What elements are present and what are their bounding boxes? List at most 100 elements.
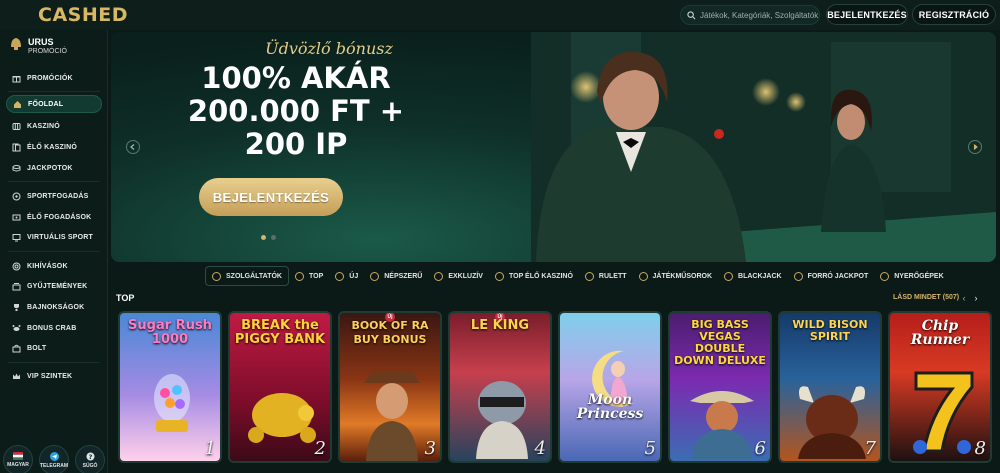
category-roulette[interactable]: RULETT — [579, 266, 633, 286]
sidebar-item-live-bets[interactable]: ÉLŐ FOGADÁSOK — [6, 208, 102, 226]
bonus-line-3: 200 IP — [244, 127, 348, 161]
game-card[interactable]: WILD BISON SPIRIT 7 — [778, 311, 882, 463]
live-icon — [12, 213, 21, 222]
category-label: TOP — [309, 272, 324, 280]
sidebar-item-casino[interactable]: KASZINÓ — [6, 117, 102, 135]
crown-icon — [12, 372, 21, 381]
divider — [8, 362, 100, 363]
sidebar-item-jackpots[interactable]: JACKPOTOK — [6, 159, 102, 177]
see-all-link[interactable]: LÁSD MINDET (507) — [893, 294, 959, 301]
sidebar-item-sports-betting[interactable]: SPORTFOGADÁS — [6, 187, 102, 205]
game-title: BOOK OF RA BUY BONUS — [351, 319, 429, 346]
sidebar-item-collections[interactable]: GYŰJTEMÉNYEK — [6, 277, 102, 295]
sidebar-item-bonus-crab[interactable]: BONUS CRAB — [6, 319, 102, 337]
sidebar-item-live-casino[interactable]: ÉLŐ KASZINÓ — [6, 138, 102, 156]
banner-pagination — [261, 235, 281, 240]
sidebar-item-tournaments[interactable]: BAJNOKSÁGOK — [6, 298, 102, 316]
game-rank: 1 — [204, 438, 216, 459]
banner-login-button[interactable]: BEJELENTKEZÉS — [199, 178, 343, 216]
chevron-left-icon — [130, 144, 135, 150]
category-label: BLACKJACK — [738, 272, 782, 280]
game-card[interactable]: BREAK the PIGGY BANK 2 — [228, 311, 332, 463]
category-blackjack[interactable]: BLACKJACK — [718, 266, 788, 286]
sidebar-item-label: KIHÍVÁSOK — [27, 262, 68, 270]
sidebar-item-label: PROMÓCIÓK — [27, 74, 73, 82]
game-rank: 5 — [644, 438, 656, 459]
sidebar-item-home[interactable]: FŐOLDAL — [6, 95, 102, 113]
site-logo[interactable]: CASHED — [38, 4, 128, 26]
sidebar-item-vip-levels[interactable]: VIP SZINTEK — [6, 367, 102, 385]
sidebar-item-label: JACKPOTOK — [27, 164, 73, 172]
game-card[interactable]: Új LE KING 4 — [448, 311, 552, 463]
login-button[interactable]: BEJELENTKEZÉS — [826, 4, 908, 25]
sidebar-item-label: VIP SZINTEK — [27, 372, 73, 380]
banner-prev-button[interactable] — [126, 140, 140, 154]
game-card[interactable]: BIG BASS VEGAS DOUBLE DOWN DELUXE 6 — [668, 311, 772, 463]
roulette-icon — [584, 271, 594, 281]
pagination-dot-active[interactable] — [261, 235, 266, 240]
bonus-headline: 100% AKÁR 200.000 FT + 200 IP — [146, 62, 446, 161]
trophy-icon — [12, 303, 21, 312]
game-card[interactable]: Új BOOK OF RA BUY BONUS 3 — [338, 311, 442, 463]
game-rank: 3 — [424, 438, 436, 459]
banner-next-button[interactable] — [968, 140, 982, 154]
sidebar-item-label: ÉLŐ FOGADÁSOK — [27, 213, 92, 221]
crab-icon — [12, 324, 21, 333]
sidebar-item-label: BOLT — [27, 344, 47, 352]
register-button[interactable]: REGISZTRÁCIÓ — [912, 4, 996, 25]
sidebar-item-label: KASZINÓ — [27, 122, 60, 130]
sidebar-item-shop[interactable]: BOLT — [6, 339, 102, 357]
category-label: NÉPSZERŰ — [384, 272, 423, 280]
piggy-bank-icon — [248, 393, 316, 443]
game-title: Moon Princess — [576, 392, 644, 422]
category-top-live-casino[interactable]: TOP ÉLŐ KASZINÓ — [489, 266, 579, 286]
category-popular[interactable]: NÉPSZERŰ — [364, 266, 428, 286]
flag-hu-icon — [13, 452, 23, 460]
help-icon: ? — [86, 452, 94, 460]
top-header: CASHED BEJELENTKEZÉS REGISZTRÁCIÓ — [0, 0, 1000, 30]
category-top[interactable]: TOP — [289, 266, 329, 286]
sidebar-footer: MAGYAR TELEGRAM ? SÚGÓ — [0, 445, 108, 473]
sidebar-item-label: FŐOLDAL — [28, 100, 64, 108]
category-providers[interactable]: SZOLGÁLTATÓK — [205, 266, 289, 286]
chevron-left-icon[interactable]: ‹ — [958, 292, 970, 303]
category-new[interactable]: ÚJ — [329, 266, 364, 286]
sidebar-item-label: VIRTUÁLIS SPORT — [27, 233, 94, 241]
telegram-icon — [49, 451, 59, 461]
bison-icon — [798, 386, 866, 459]
game-card[interactable]: Chip Runner 8 — [888, 311, 992, 463]
game-title: LE KING — [470, 318, 530, 333]
category-game-shows[interactable]: JÁTÉKMŰSOROK — [633, 266, 719, 286]
game-rank: 8 — [974, 438, 986, 459]
sidebar-item-challenges[interactable]: KIHÍVÁSOK — [6, 257, 102, 275]
telegram-button[interactable]: TELEGRAM — [39, 445, 69, 473]
ball-icon — [12, 192, 21, 201]
hero-banner[interactable]: Üdvözlő bónusz 100% AKÁR 200.000 FT + 20… — [111, 32, 996, 262]
game-card[interactable]: Moon Princess 5 — [558, 311, 662, 463]
blackjack-icon — [724, 271, 734, 281]
gift-icon — [12, 74, 21, 83]
divider — [8, 251, 100, 252]
carousel-pager: ‹ › — [958, 292, 982, 303]
game-rank: 7 — [864, 438, 876, 459]
home-icon — [13, 100, 22, 109]
sidebar-item-promotions[interactable]: PROMÓCIÓK — [6, 69, 102, 87]
fisherman-icon — [690, 391, 754, 459]
search-input[interactable] — [700, 10, 819, 20]
sidebar-item-virtual-sport[interactable]: VIRTUÁLIS SPORT — [6, 228, 102, 246]
language-button[interactable]: MAGYAR — [3, 445, 33, 473]
sidebar-item-label: BAJNOKSÁGOK — [27, 303, 85, 311]
game-card[interactable]: Sugar Rush 1000 1 — [118, 311, 222, 463]
chevron-right-icon[interactable]: › — [970, 292, 982, 303]
pagination-dot[interactable] — [271, 235, 276, 240]
rank-card[interactable]: URUS PROMÓCIÓ — [10, 37, 67, 56]
category-hot-jackpot[interactable]: FORRÓ JACKPOT — [788, 266, 875, 286]
search-box[interactable] — [680, 5, 820, 25]
star-icon — [295, 271, 304, 281]
category-slots[interactable]: NYERŐGÉPEK — [874, 266, 949, 286]
game-title: WILD BISON SPIRIT — [792, 318, 868, 343]
category-exclusive[interactable]: EXKLUZÍV — [428, 266, 489, 286]
game-rank: 2 — [314, 438, 326, 459]
help-button[interactable]: ? SÚGÓ — [75, 445, 105, 473]
sidebar-item-label: SPORTFOGADÁS — [27, 192, 89, 200]
